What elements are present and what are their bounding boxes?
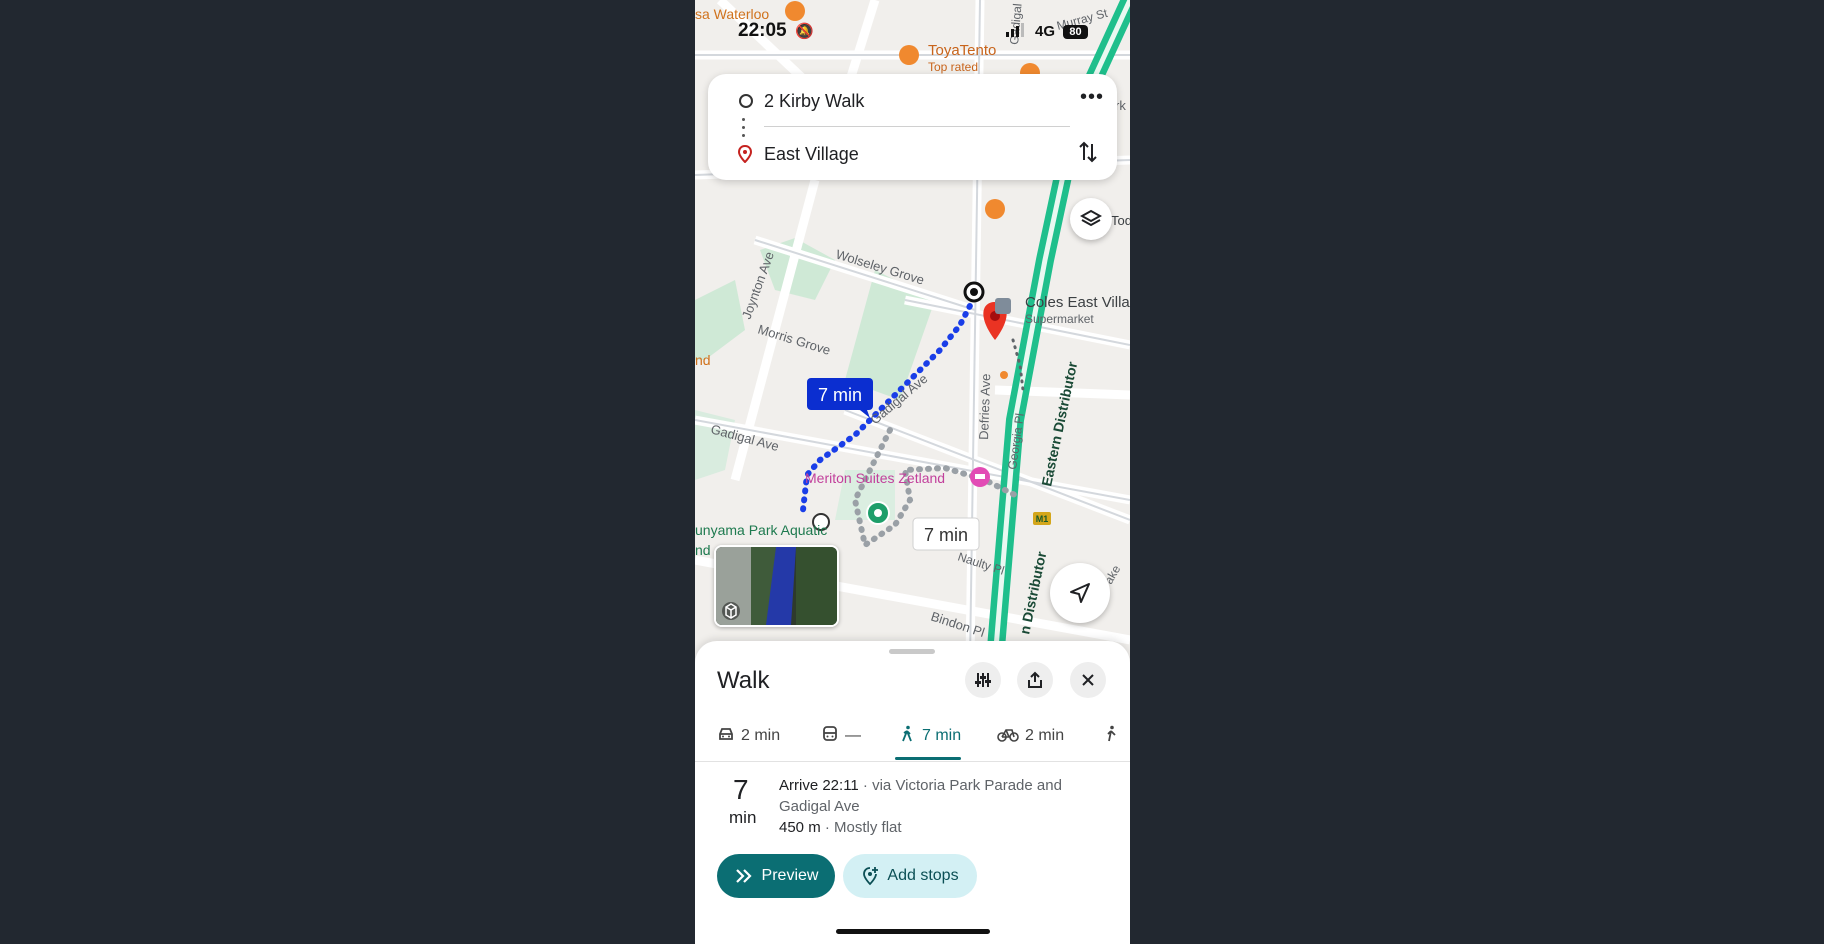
sheet-drag-handle[interactable] — [889, 649, 935, 654]
map-label: nd — [695, 352, 711, 368]
home-indicator[interactable] — [836, 929, 990, 934]
terrain: · Mostly flat — [820, 819, 902, 836]
layers-button[interactable] — [1070, 198, 1112, 240]
battery-indicator: 80 — [1063, 25, 1088, 39]
route-input-card: 2 Kirby Walk East Village ••• — [708, 74, 1117, 180]
bike-icon — [997, 729, 1019, 742]
close-button[interactable] — [1070, 662, 1106, 698]
share-button[interactable] — [1017, 662, 1053, 698]
travel-mode-tabs: 2 min — 7 min 2 min — [695, 721, 1130, 762]
tab-cycle[interactable]: 2 min — [997, 721, 1064, 761]
supermarket-marker-icon — [995, 298, 1011, 314]
tab-drive[interactable]: 2 min — [717, 721, 780, 761]
tune-icon — [975, 673, 991, 687]
duration-unit: min — [729, 808, 757, 827]
location-pin-icon — [738, 145, 752, 163]
navigation-arrow-icon — [1070, 583, 1090, 603]
add-location-icon — [863, 867, 879, 886]
park-marker-icon[interactable] — [866, 501, 890, 525]
add-stops-label: Add stops — [887, 867, 959, 884]
rideshare-icon — [1107, 725, 1116, 742]
car-icon — [719, 728, 733, 740]
destination-field[interactable]: East Village — [764, 144, 859, 165]
route-time-badge-label: 7 min — [818, 385, 862, 405]
share-icon — [1028, 671, 1042, 688]
map-label: unyama Park Aquatic — [695, 522, 827, 538]
active-tab-indicator — [895, 757, 961, 760]
preview-label: Preview — [761, 867, 819, 884]
tab-cycle-label: 2 min — [1025, 727, 1065, 744]
tab-transit[interactable]: — — [821, 721, 861, 761]
distance: 450 m — [779, 819, 821, 836]
double-chevron-icon — [735, 869, 752, 883]
status-time: 22:05 — [738, 20, 787, 41]
map-label: Top rated — [928, 60, 978, 74]
swap-icon[interactable] — [1078, 140, 1098, 164]
walk-icon — [902, 725, 912, 742]
tab-walk-label: 7 min — [922, 727, 962, 744]
svg-text:M1: M1 — [1036, 514, 1049, 524]
directions-sheet: Walk 2 min — 7 min 2 min 7 min Arrive 22… — [695, 641, 1130, 944]
transit-icon — [823, 726, 837, 741]
duration-value: 7 — [733, 774, 749, 805]
divider — [764, 126, 1070, 127]
sheet-title: Walk — [717, 667, 770, 694]
close-icon — [1082, 674, 1094, 686]
street-view-thumbnail[interactable] — [714, 545, 839, 627]
tab-drive-label: 2 min — [741, 727, 781, 744]
options-button[interactable] — [965, 662, 1001, 698]
status-bar: 22:05 🔕 4G 80 — [695, 16, 1130, 46]
arrival-time: Arrive 22:11 — [779, 777, 859, 794]
hotel-marker-icon[interactable] — [970, 467, 990, 487]
street-view-image — [716, 547, 837, 625]
map-label: Tod — [1111, 213, 1130, 228]
network-type: 4G — [1035, 23, 1056, 40]
layers-icon — [1080, 209, 1102, 227]
silent-bell-icon: 🔕 — [795, 23, 814, 40]
map-label: Supermarket — [1025, 312, 1094, 326]
add-stops-button[interactable]: Add stops — [843, 854, 977, 898]
route-dots-icon — [742, 118, 745, 140]
alt-time-badge-label: 7 min — [924, 525, 968, 545]
map-label: Coles East Villa — [1025, 294, 1130, 311]
my-location-button[interactable] — [1050, 563, 1110, 623]
map-label: Defries Ave — [976, 373, 993, 440]
map-label: nd — [695, 542, 711, 558]
arrival-info: Arrive 22:11 · via Victoria Park Parade … — [779, 775, 1109, 817]
more-options-icon[interactable]: ••• — [1080, 86, 1104, 109]
map-label: Meriton Suites Zetland — [805, 470, 945, 486]
distance-info: 450 m · Mostly flat — [779, 819, 902, 836]
tab-transit-label: — — [845, 727, 861, 744]
origin-circle-icon — [739, 94, 753, 108]
tab-walk[interactable]: 7 min — [898, 721, 961, 761]
phone-screen: 7 min 7 min M1 sa Waterloo ToyaTento Top… — [695, 0, 1130, 944]
origin-field[interactable]: 2 Kirby Walk — [764, 91, 864, 112]
tab-rideshare[interactable] — [1103, 721, 1121, 761]
preview-button[interactable]: Preview — [717, 854, 835, 898]
signal-icon — [1006, 23, 1024, 37]
